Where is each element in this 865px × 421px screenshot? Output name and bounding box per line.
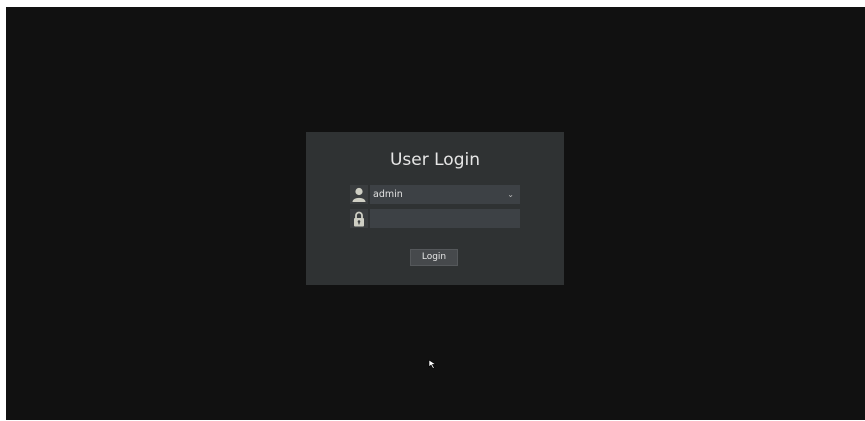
password-input[interactable]	[373, 209, 520, 228]
login-dialog: User Login admin ⌄ Login	[306, 132, 564, 285]
username-value: admin	[373, 189, 403, 200]
chevron-down-icon[interactable]: ⌄	[507, 185, 514, 204]
lock-icon	[350, 209, 368, 228]
dialog-title: User Login	[389, 150, 480, 170]
mouse-cursor-icon	[428, 354, 437, 373]
user-icon	[350, 185, 368, 204]
password-field[interactable]	[370, 209, 520, 228]
login-screen: User Login admin ⌄ Login	[6, 7, 865, 420]
username-select[interactable]: admin ⌄	[370, 185, 520, 204]
login-button[interactable]: Login	[410, 249, 458, 266]
